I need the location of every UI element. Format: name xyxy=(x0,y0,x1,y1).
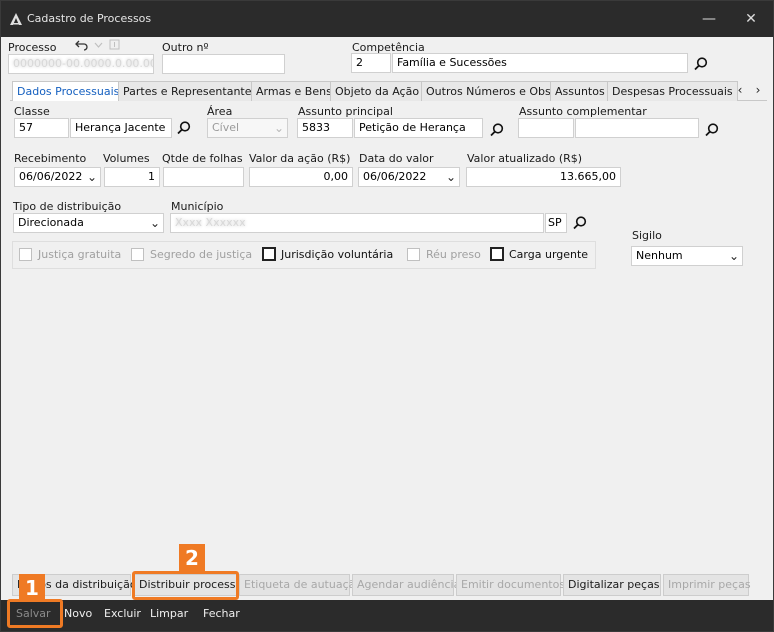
assunto-principal-label: Assunto principal xyxy=(298,105,393,118)
classe-name-input[interactable]: Herança Jacente xyxy=(70,118,172,138)
callout-1-highlight xyxy=(7,599,63,628)
undo-icon[interactable] xyxy=(75,39,89,51)
chevron-down-icon: ⌄ xyxy=(728,249,739,263)
assunto-principal-name-input[interactable]: Petição de Herança xyxy=(354,118,483,138)
search-assunto-complementar-icon[interactable] xyxy=(704,122,720,138)
sigilo-label: Sigilo xyxy=(632,229,662,242)
close-button[interactable]: ✕ xyxy=(729,1,773,37)
valor-atualizado-input[interactable]: 13.665,00 xyxy=(466,167,621,187)
justica-gratuita-checkbox[interactable]: Justiça gratuita xyxy=(19,247,129,263)
tipo-distribuicao-label: Tipo de distribuição xyxy=(13,200,122,213)
tab-armas-bens[interactable]: Armas e Bens xyxy=(251,81,337,101)
cadastro-processos-window: Cadastro de Processos — ✕ Processo 00000… xyxy=(0,0,774,632)
chevron-down-icon: ⌄ xyxy=(445,170,456,184)
callout-2-badge: 2 xyxy=(179,544,205,572)
recebimento-value: 06/06/2022 xyxy=(19,170,83,183)
segredo-justica-label: Segredo de justiça xyxy=(150,248,253,261)
jurisdicao-voluntaria-checkbox[interactable]: Jurisdição voluntária xyxy=(262,247,393,263)
recebimento-label: Recebimento xyxy=(14,152,87,165)
processo-label: Processo xyxy=(8,41,57,54)
municipio-input[interactable]: Xxxx Xxxxxx xyxy=(170,213,544,233)
etiqueta-autuacao-button[interactable]: Etiqueta de autuação xyxy=(239,574,362,596)
area-select[interactable]: Cível ⌄ xyxy=(207,118,288,138)
fechar-button[interactable]: Fechar xyxy=(203,607,240,620)
processo-input[interactable]: 0000000-00.0000.0.00.0000 xyxy=(8,54,154,74)
minimize-button[interactable]: — xyxy=(687,1,731,37)
assunto-complementar-code-input[interactable] xyxy=(518,118,574,138)
recebimento-date-picker[interactable]: 06/06/2022 ⌄ xyxy=(14,167,101,187)
outro-numero-label: Outro nº xyxy=(162,41,209,54)
tab-dados-processuais[interactable]: Dados Processuais xyxy=(12,81,125,102)
qtde-folhas-input[interactable] xyxy=(163,167,244,187)
checkbox-box xyxy=(262,247,276,261)
tab-outros-numeros[interactable]: Outros Números e Obs. xyxy=(421,81,560,101)
app-logo-icon xyxy=(10,13,22,25)
checkbox-box xyxy=(407,248,420,261)
agendar-audiencia-button[interactable]: Agendar audiência xyxy=(352,574,460,596)
data-valor-value: 06/06/2022 xyxy=(363,170,427,183)
reu-preso-checkbox[interactable]: Réu preso xyxy=(407,247,482,263)
novo-button[interactable]: Novo xyxy=(64,607,92,620)
valor-atualizado-label: Valor atualizado (R$) xyxy=(467,152,583,165)
digitalizar-pecas-button[interactable]: Digitalizar peças xyxy=(563,574,661,596)
justica-gratuita-label: Justiça gratuita xyxy=(38,248,122,261)
classe-label: Classe xyxy=(14,105,50,118)
competencia-code-input[interactable]: 2 xyxy=(351,53,391,73)
data-valor-label: Data do valor xyxy=(359,152,434,165)
sigilo-select[interactable]: Nenhum ⌄ xyxy=(631,246,743,266)
chevron-down-icon: ⌄ xyxy=(273,121,284,135)
assunto-complementar-name-input[interactable] xyxy=(575,118,699,138)
chevron-down-icon: ⌄ xyxy=(86,170,97,184)
jurisdicao-voluntaria-label: Jurisdição voluntária xyxy=(281,248,394,261)
callout-2-highlight xyxy=(132,571,239,600)
classe-code-input[interactable]: 57 xyxy=(14,118,69,138)
reu-preso-label: Réu preso xyxy=(426,248,481,261)
search-assunto-principal-icon[interactable] xyxy=(489,122,505,138)
tab-despesas-processuais[interactable]: Despesas Processuais xyxy=(607,81,738,101)
search-competencia-icon[interactable] xyxy=(693,56,709,72)
assunto-principal-code-input[interactable]: 5833 xyxy=(297,118,353,138)
tipo-distribuicao-value: Direcionada xyxy=(18,216,84,229)
assunto-complementar-label: Assunto complementar xyxy=(519,105,647,118)
window-title: Cadastro de Processos xyxy=(27,12,152,25)
search-municipio-icon[interactable] xyxy=(572,215,588,231)
competencia-name-input[interactable]: Família e Sucessões xyxy=(392,53,688,73)
checkbox-box xyxy=(131,248,144,261)
chevron-down-icon: ⌄ xyxy=(149,216,160,230)
emitir-documentos-button[interactable]: Emitir documentos xyxy=(456,574,565,596)
data-valor-date-picker[interactable]: 06/06/2022 ⌄ xyxy=(358,167,460,187)
carga-urgente-label: Carga urgente xyxy=(509,248,589,261)
outro-numero-input[interactable] xyxy=(162,54,285,74)
excluir-button[interactable]: Excluir xyxy=(104,607,141,620)
chevron-down-icon[interactable] xyxy=(94,41,103,49)
valor-acao-label: Valor da ação (R$) xyxy=(249,152,351,165)
tab-prev-button[interactable]: ‹ xyxy=(732,81,748,99)
checkbox-box xyxy=(19,248,32,261)
municipio-label: Município xyxy=(171,200,224,213)
limpar-button[interactable]: Limpar xyxy=(150,607,188,620)
search-classe-icon[interactable] xyxy=(176,120,192,136)
tipo-distribuicao-select[interactable]: Direcionada ⌄ xyxy=(13,213,164,233)
area-label: Área xyxy=(207,105,233,118)
municipio-uf-field: SP xyxy=(545,213,567,233)
title-bar[interactable]: Cadastro de Processos — ✕ xyxy=(1,1,773,37)
checkbox-box xyxy=(490,247,504,261)
tab-objeto-acao[interactable]: Objeto da Ação xyxy=(330,81,425,101)
segredo-justica-checkbox[interactable]: Segredo de justiça xyxy=(131,247,252,263)
volumes-input[interactable]: 1 xyxy=(104,167,160,187)
imprimir-pecas-button[interactable]: Imprimir peças xyxy=(663,574,751,596)
area-value: Cível xyxy=(212,121,240,134)
valor-acao-input[interactable]: 0,00 xyxy=(249,167,353,187)
tab-next-button[interactable]: › xyxy=(750,81,766,99)
tab-assuntos[interactable]: Assuntos xyxy=(550,81,610,101)
volumes-label: Volumes xyxy=(103,152,150,165)
tab-partes-representantes[interactable]: Partes e Representantes xyxy=(118,81,263,101)
carga-urgente-checkbox[interactable]: Carga urgente xyxy=(490,247,589,263)
qtde-folhas-label: Qtde de folhas xyxy=(162,152,243,165)
document-icon[interactable] xyxy=(109,39,120,50)
sigilo-value: Nenhum xyxy=(636,249,683,262)
callout-1-badge: 1 xyxy=(19,574,45,602)
